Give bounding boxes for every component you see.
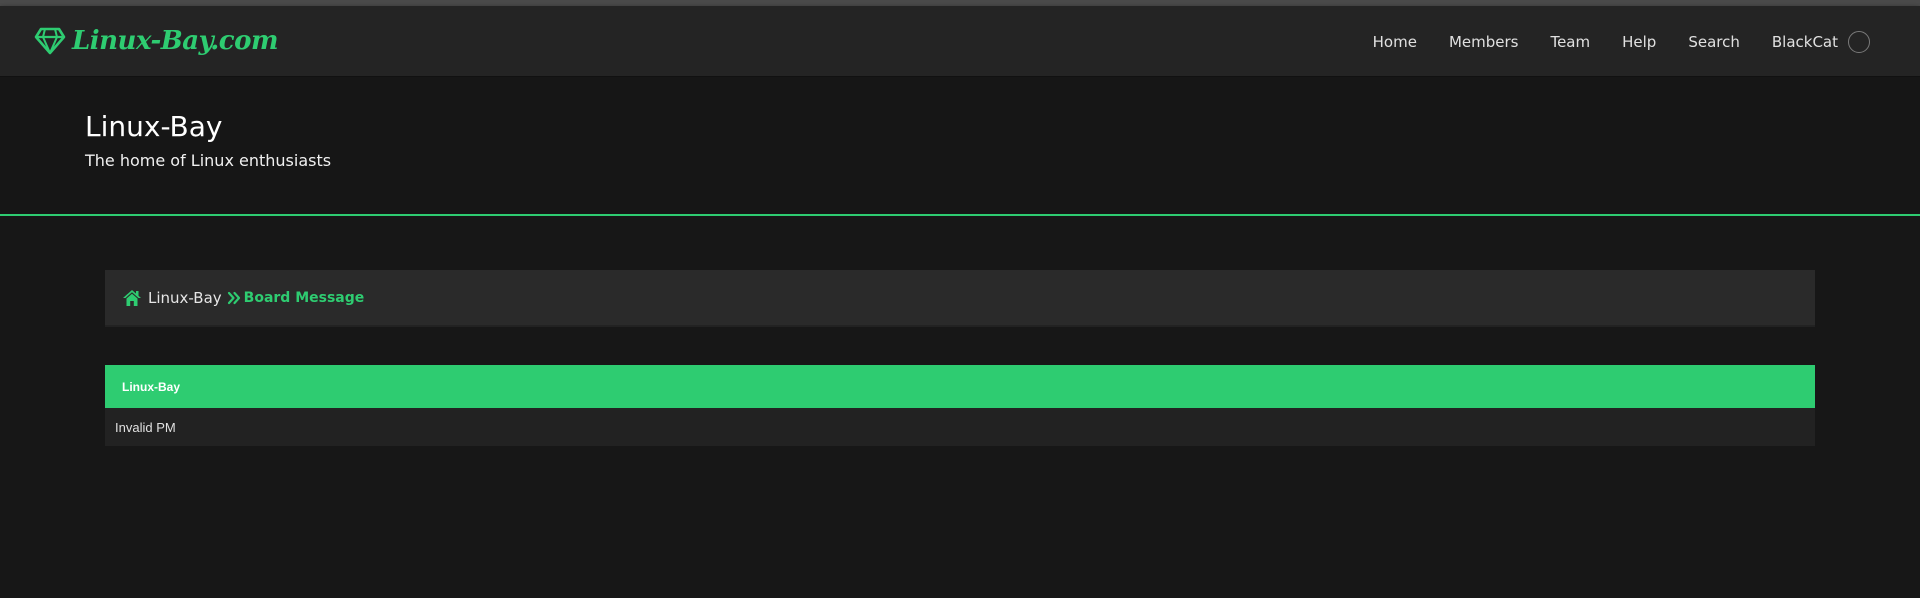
- site-logo[interactable]: Linux-Bay.com: [34, 24, 278, 58]
- username-label: BlackCat: [1771, 32, 1838, 51]
- site-title: Linux-Bay: [85, 110, 223, 143]
- nav-link-team[interactable]: Team: [1550, 33, 1590, 51]
- user-menu[interactable]: BlackCat: [1771, 30, 1870, 53]
- nav-link-members[interactable]: Members: [1449, 33, 1519, 51]
- message-box: Linux-Bay Invalid PM: [105, 365, 1815, 446]
- navbar: Linux-Bay.com Home Members Team Help Sea…: [0, 6, 1920, 77]
- nav-link-search[interactable]: Search: [1688, 33, 1740, 51]
- message-body: Invalid PM: [105, 408, 1815, 446]
- nav-links: Home Members Team Help Search BlackCat: [1341, 6, 1870, 77]
- breadcrumb: Linux-Bay Board Message: [105, 270, 1815, 327]
- message-header: Linux-Bay: [105, 365, 1815, 408]
- breadcrumb-home-link[interactable]: Linux-Bay: [148, 289, 222, 307]
- nav-link-help[interactable]: Help: [1622, 33, 1656, 51]
- home-icon[interactable]: [122, 289, 142, 307]
- breadcrumb-current: Board Message: [243, 289, 365, 306]
- site-tagline: The home of Linux enthusiasts: [85, 151, 332, 170]
- nav-link-home[interactable]: Home: [1373, 33, 1417, 51]
- avatar[interactable]: [1848, 30, 1870, 53]
- header-banner: Linux-Bay The home of Linux enthusiasts: [0, 77, 1920, 216]
- double-chevron-right-icon: [227, 291, 240, 304]
- logo-text: Linux-Bay.com: [72, 26, 278, 56]
- diamond-icon: [34, 27, 66, 55]
